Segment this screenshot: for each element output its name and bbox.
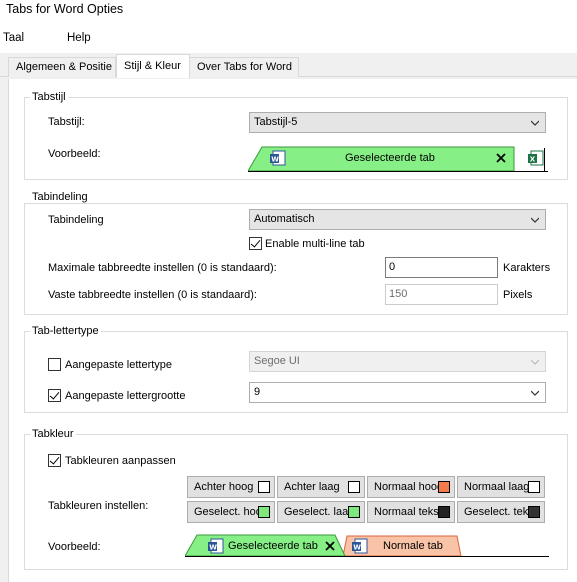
color-button-label: Normaal tekst	[374, 506, 442, 518]
svg-text:W: W	[271, 156, 279, 164]
group-title-tab-font: Tab-lettertype	[30, 325, 101, 337]
multiline-checkbox[interactable]	[249, 237, 262, 250]
font-combo[interactable]: Segoe UI	[249, 351, 546, 372]
word-document-icon: W	[270, 150, 286, 166]
color-button-label: Achter hoog	[194, 481, 254, 493]
color-swatch	[438, 506, 450, 518]
color-preview-selected-label: Geselecteerde tab	[228, 540, 318, 552]
font-value: Segoe UI	[254, 355, 300, 367]
tab-layout-value: Automatisch	[254, 213, 315, 225]
tab-about[interactable]: Over Tabs for Word	[189, 57, 299, 77]
color-button-normal-text[interactable]: Normaal tekst	[367, 501, 455, 523]
tab-general-position[interactable]: Algemeen & Positie	[8, 57, 116, 77]
max-width-unit: Karakters	[503, 262, 551, 274]
preview-selected-tab-label: Geselecteerde tab	[345, 152, 435, 164]
menu-language[interactable]: Taal	[3, 32, 24, 44]
tab-style-label: Tabstijl:	[48, 116, 85, 128]
color-button-normal-high[interactable]: Normaal hoog	[367, 476, 455, 498]
preview-label: Voorbeeld:	[48, 148, 101, 160]
max-width-label: Maximale tabbreedte instellen (0 is stan…	[48, 262, 277, 274]
chevron-down-icon	[531, 120, 539, 126]
close-icon[interactable]	[325, 541, 335, 551]
custom-font-label: Aangepaste lettertype	[65, 359, 173, 371]
word-document-icon: W	[352, 538, 368, 554]
svg-text:W: W	[353, 544, 361, 552]
color-button-back-low[interactable]: Achter laag	[277, 476, 365, 498]
chevron-down-icon	[531, 390, 539, 396]
color-preview-label: Voorbeeld:	[48, 541, 101, 553]
color-preview-normal-label: Normale tab	[383, 540, 443, 552]
color-swatch	[528, 506, 540, 518]
color-button-label: Normaal hoog	[374, 481, 444, 493]
color-button-back-high[interactable]: Achter hoog	[187, 476, 275, 498]
color-button-label: Geselect. hoog	[194, 506, 268, 518]
group-title-tab-layout: Tabindeling	[30, 191, 90, 203]
tab-style-combo[interactable]: Tabstijl-5	[249, 112, 546, 133]
svg-text:W: W	[209, 544, 217, 552]
fixed-width-unit: Pixels	[503, 289, 533, 301]
font-size-value: 9	[254, 386, 261, 398]
menu-help[interactable]: Help	[67, 32, 91, 44]
tab-layout-combo[interactable]: Automatisch	[249, 209, 546, 230]
color-button-normal-low[interactable]: Normaal laag	[457, 476, 545, 498]
customize-colors-checkbox[interactable]	[48, 454, 61, 467]
fixed-width-label: Vaste tabbreedte instellen (0 is standaa…	[48, 289, 257, 301]
group-title-tab-color: Tabkleur	[30, 428, 76, 440]
color-button-selected-low[interactable]: Geselect. laag	[277, 501, 365, 523]
tab-style-value: Tabstijl-5	[254, 116, 298, 128]
font-size-combo[interactable]: 9	[249, 382, 546, 403]
max-width-input[interactable]: 0	[385, 257, 498, 278]
color-swatch	[438, 481, 450, 493]
excel-document-icon: X	[528, 150, 544, 166]
color-button-selected-high[interactable]: Geselect. hoog	[187, 501, 275, 523]
title-bar: Tabs for Word Opties	[0, 0, 577, 26]
color-swatch	[258, 506, 270, 518]
custom-size-label: Aangepaste lettergrootte	[65, 390, 186, 402]
close-icon[interactable]	[496, 153, 506, 163]
color-button-label: Achter laag	[284, 481, 340, 493]
color-swatch	[348, 506, 360, 518]
svg-text:X: X	[530, 156, 536, 164]
chevron-down-icon	[531, 217, 539, 223]
color-swatch	[528, 481, 540, 493]
menu-bar: Taal Help	[0, 30, 577, 48]
custom-font-checkbox[interactable]	[48, 358, 61, 371]
group-title-tab-style: Tabstijl	[30, 91, 68, 103]
set-colors-label: Tabkleuren instellen:	[48, 500, 149, 512]
color-button-label: Geselect. tekst	[464, 506, 537, 518]
multiline-label: Enable multi-line tab	[265, 238, 365, 250]
tab-style-color[interactable]: Stijl & Kleur	[116, 54, 190, 78]
word-document-icon: W	[208, 538, 224, 554]
color-swatch	[348, 481, 360, 493]
custom-size-checkbox[interactable]	[48, 389, 61, 402]
color-button-selected-text[interactable]: Geselect. tekst	[457, 501, 545, 523]
chevron-down-icon	[531, 359, 539, 365]
fixed-width-input[interactable]: 150	[385, 284, 498, 305]
customize-colors-label: Tabkleuren aanpassen	[65, 455, 176, 467]
color-button-label: Normaal laag	[464, 481, 530, 493]
window-title: Tabs for Word Opties	[6, 2, 124, 16]
tab-layout-label: Tabindeling	[48, 214, 104, 226]
color-swatch	[258, 481, 270, 493]
color-button-label: Geselect. laag	[284, 506, 355, 518]
